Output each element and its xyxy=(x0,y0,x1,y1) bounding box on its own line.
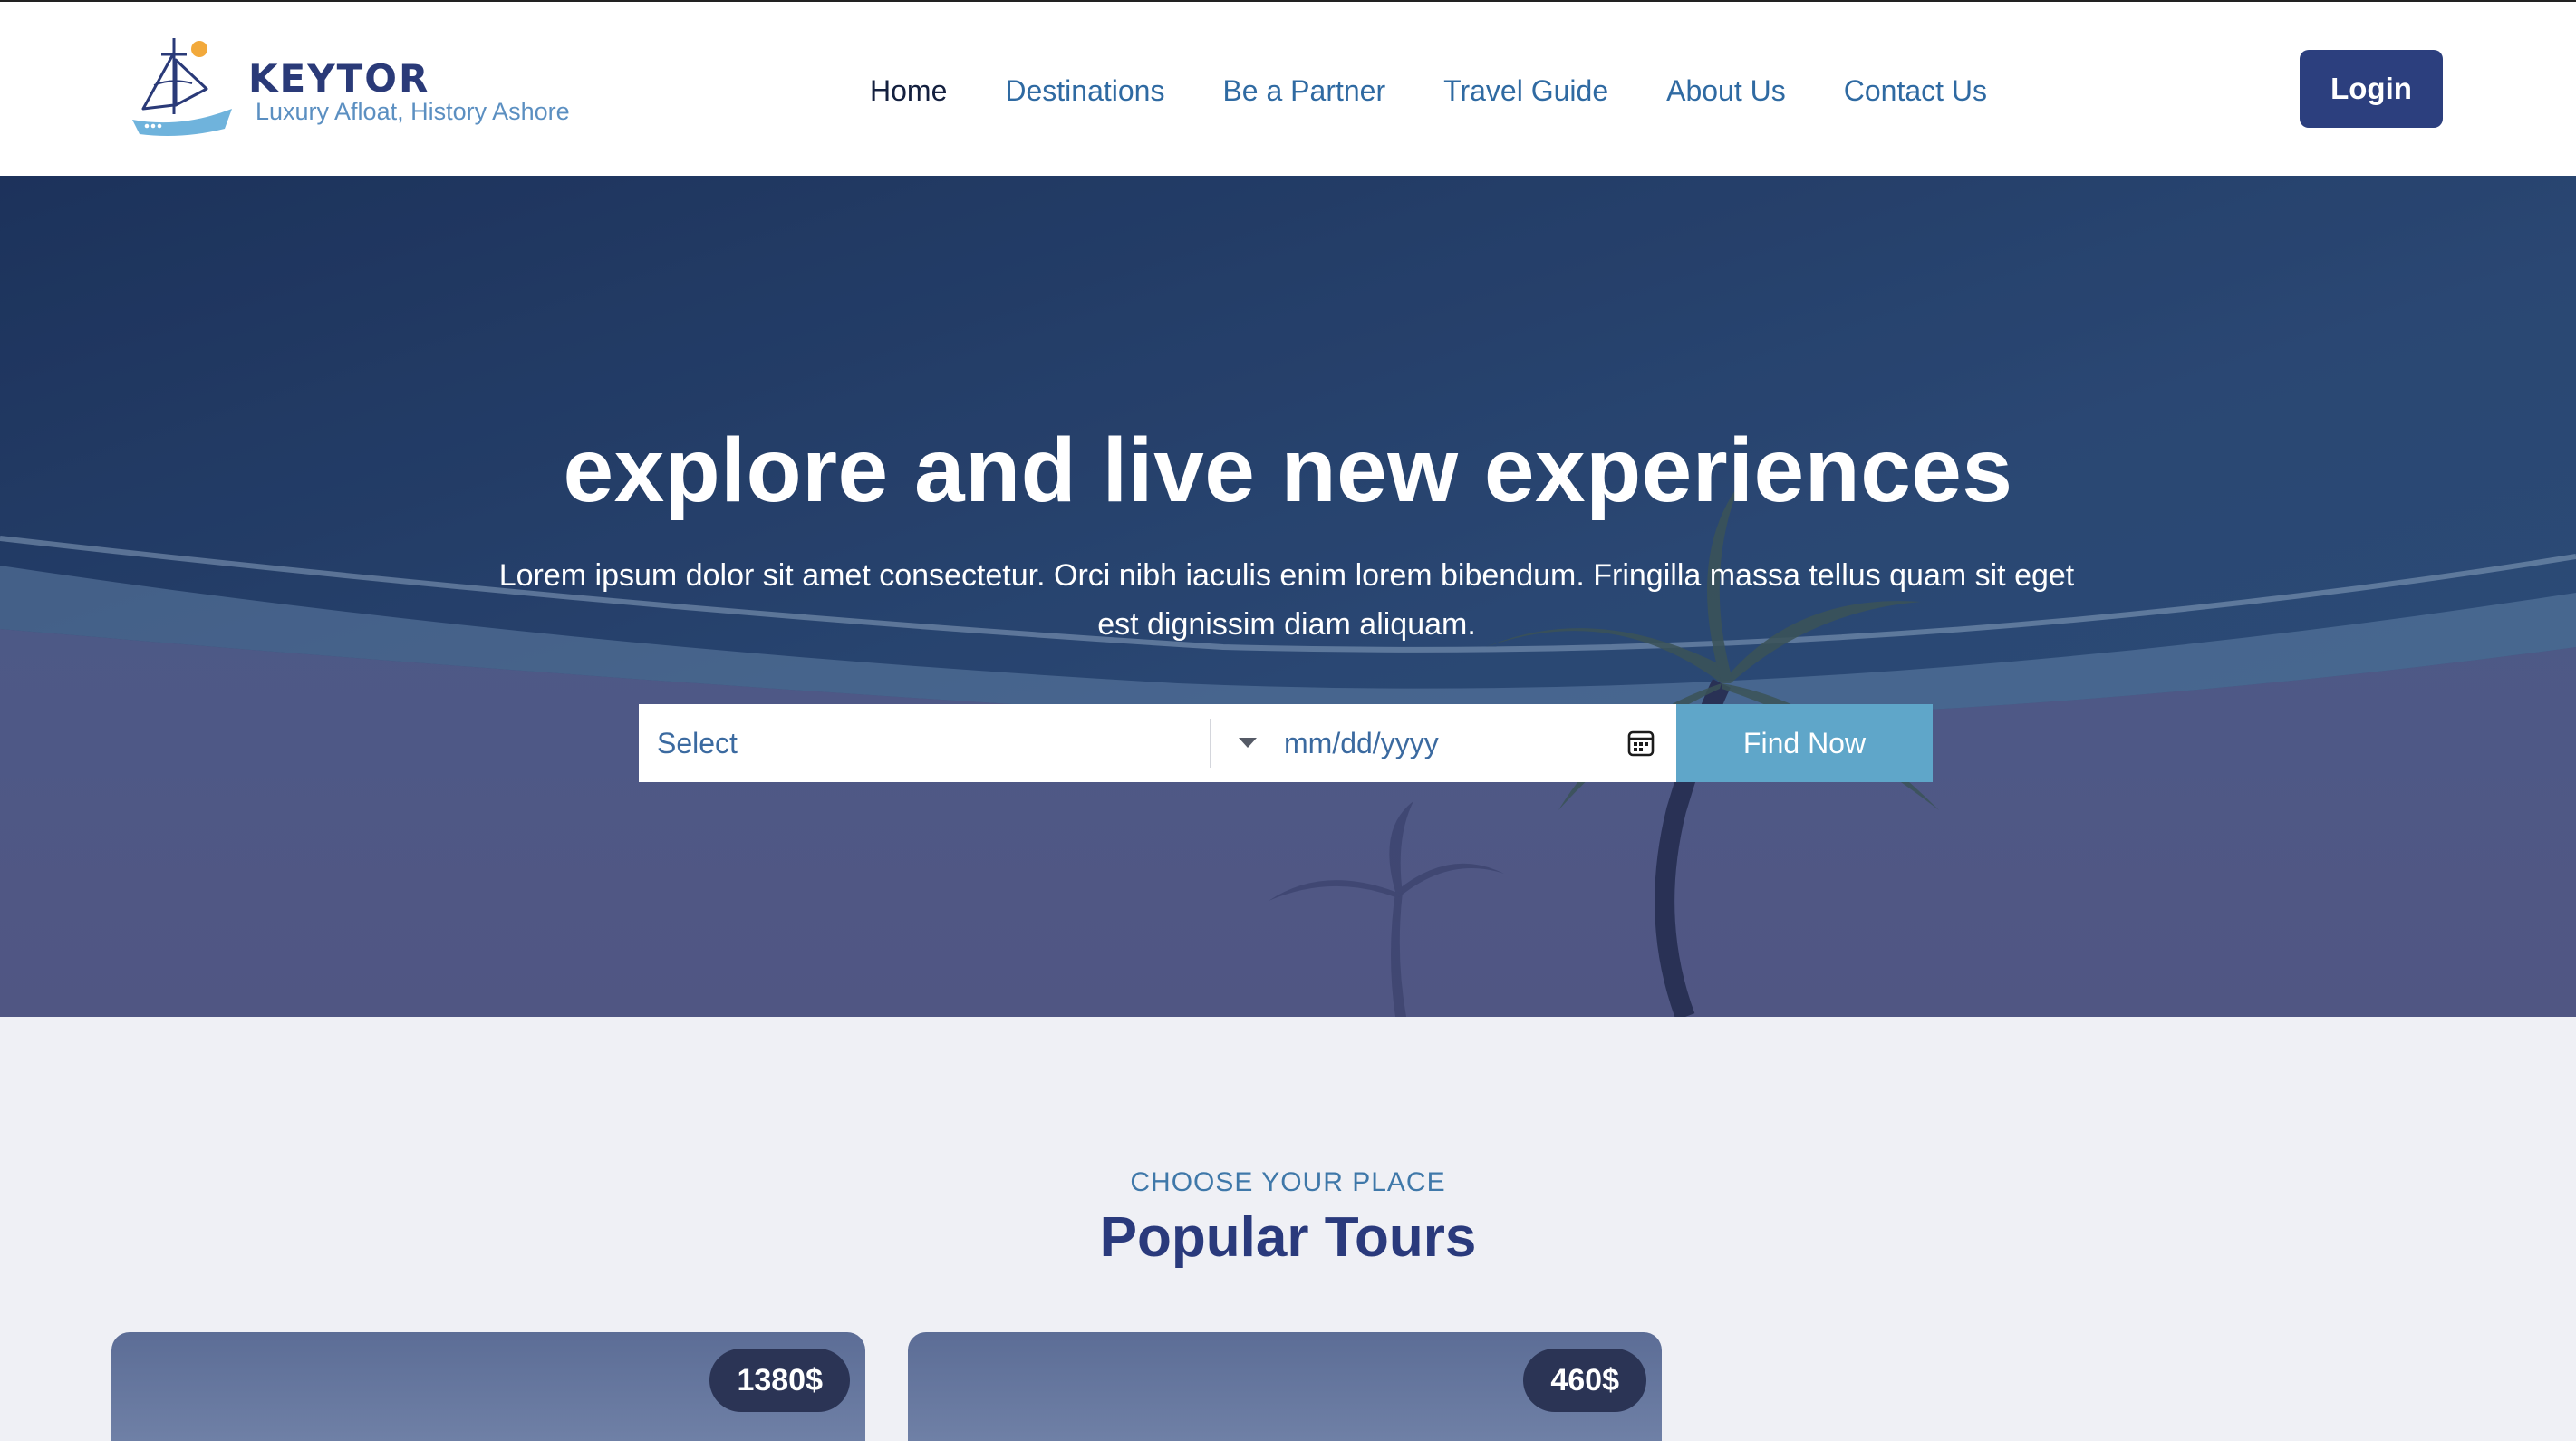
brand-tagline: Luxury Afloat, History Ashore xyxy=(256,98,570,125)
sailboat-icon xyxy=(132,38,232,136)
section-kicker: CHOOSE YOUR PLACE xyxy=(1130,1167,1446,1197)
price-badge: 460$ xyxy=(1523,1349,1646,1412)
hero-section: explore and live new experiences Lorem i… xyxy=(0,176,2576,1017)
search-bar: Select mm/dd/yyyy Find Now xyxy=(639,704,1933,782)
nav-link-home[interactable]: Home xyxy=(870,67,947,114)
select-divider xyxy=(1210,719,1211,768)
hero-title: explore and live new experiences xyxy=(563,420,2013,521)
nav-link-destinations[interactable]: Destinations xyxy=(1005,67,1164,114)
caret-down-icon xyxy=(1239,738,1257,748)
brand-logo[interactable]: KEYTOR Luxury Afloat, History Ashore xyxy=(127,33,598,143)
find-now-button[interactable]: Find Now xyxy=(1676,704,1933,782)
brand-name: KEYTOR xyxy=(248,56,430,101)
destination-dropdown-toggle[interactable] xyxy=(1211,704,1284,782)
price-badge: 1380$ xyxy=(709,1349,850,1412)
nav-link-travel-guide[interactable]: Travel Guide xyxy=(1443,67,1608,114)
section-title: Popular Tours xyxy=(1099,1206,1477,1269)
main-nav: Home Destinations Be a Partner Travel Gu… xyxy=(870,67,1987,114)
calendar-icon[interactable] xyxy=(1627,730,1655,757)
nav-link-contact-us[interactable]: Contact Us xyxy=(1844,67,1987,114)
nav-link-about-us[interactable]: About Us xyxy=(1666,67,1786,114)
destination-select[interactable]: Select xyxy=(639,704,1211,782)
login-button[interactable]: Login xyxy=(2300,50,2443,128)
site-header: KEYTOR Luxury Afloat, History Ashore Hom… xyxy=(0,2,2576,176)
tour-card[interactable]: 460$ xyxy=(908,1332,1662,1441)
date-input[interactable]: mm/dd/yyyy xyxy=(1284,704,1676,782)
hero-subtitle: Lorem ipsum dolor sit amet consectetur. … xyxy=(498,558,2075,642)
date-input-placeholder: mm/dd/yyyy xyxy=(1284,726,1439,759)
tour-card[interactable]: 1380$ xyxy=(111,1332,865,1441)
nav-link-be-a-partner[interactable]: Be a Partner xyxy=(1222,67,1385,114)
destination-select-value: Select xyxy=(657,726,738,759)
